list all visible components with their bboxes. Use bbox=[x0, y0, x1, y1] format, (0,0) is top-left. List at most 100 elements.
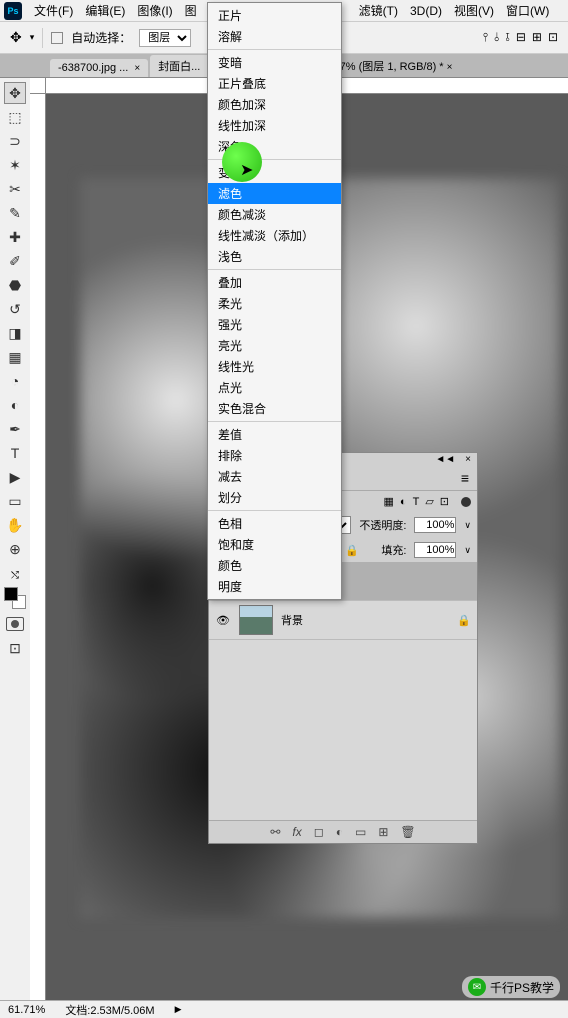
menu-file[interactable]: 文件(F) bbox=[28, 2, 79, 19]
link-layers-icon[interactable]: ⚯ bbox=[270, 825, 280, 839]
zoom-tool[interactable]: ⊕ bbox=[4, 538, 26, 560]
group-icon[interactable]: ▭ bbox=[355, 825, 366, 839]
history-brush-tool[interactable]: ↺ bbox=[4, 298, 26, 320]
filter-smart-icon[interactable]: ⊡ bbox=[440, 495, 449, 508]
lock-all-icon[interactable]: 🔒 bbox=[344, 544, 360, 557]
blend-pin-light[interactable]: 点光 bbox=[208, 377, 341, 398]
blend-color-dodge[interactable]: 颜色减淡 bbox=[208, 204, 341, 225]
menu-filter[interactable]: 滤镜(T) bbox=[353, 2, 404, 19]
menu-view[interactable]: 视图(V) bbox=[448, 2, 500, 19]
quick-mask-icon[interactable] bbox=[6, 617, 24, 631]
blend-saturation[interactable]: 饱和度 bbox=[208, 534, 341, 555]
auto-select-target[interactable]: 图层 bbox=[139, 29, 191, 47]
menu-3d[interactable]: 3D(D) bbox=[404, 4, 448, 18]
align-icon[interactable]: ⫱ bbox=[505, 30, 509, 45]
doc-size[interactable]: 文档:2.53M/5.06M bbox=[65, 1002, 154, 1018]
blend-divide[interactable]: 划分 bbox=[208, 487, 341, 508]
blend-difference[interactable]: 差值 bbox=[208, 424, 341, 445]
align-icon[interactable]: ⊟ bbox=[516, 30, 526, 45]
foreground-color[interactable] bbox=[4, 587, 18, 601]
blend-luminosity[interactable]: 明度 bbox=[208, 576, 341, 597]
status-menu-icon[interactable]: ▶ bbox=[175, 1004, 182, 1015]
close-icon[interactable]: × bbox=[134, 63, 140, 74]
lasso-tool[interactable]: ⊃ bbox=[4, 130, 26, 152]
filter-toggle[interactable] bbox=[461, 497, 471, 507]
blend-hard-light[interactable]: 强光 bbox=[208, 314, 341, 335]
filter-type-icon[interactable]: T bbox=[413, 496, 420, 508]
blend-subtract[interactable]: 减去 bbox=[208, 466, 341, 487]
collapse-icon[interactable]: ◄◄ bbox=[435, 454, 455, 465]
blend-soft-light[interactable]: 柔光 bbox=[208, 293, 341, 314]
close-panel-icon[interactable]: × bbox=[465, 454, 471, 465]
blend-darken[interactable]: 变暗 bbox=[208, 52, 341, 73]
blend-normal[interactable]: 正片 bbox=[208, 5, 341, 26]
blend-linear-dodge[interactable]: 线性减淡（添加） bbox=[208, 225, 341, 246]
blend-color[interactable]: 颜色 bbox=[208, 555, 341, 576]
blur-tool[interactable]: ◔ bbox=[4, 370, 26, 392]
blend-lighter-color[interactable]: 浅色 bbox=[208, 246, 341, 267]
stamp-tool[interactable]: ⬣ bbox=[4, 274, 26, 296]
blend-linear-burn[interactable]: 线性加深 bbox=[208, 115, 341, 136]
blend-darker-color[interactable]: 深色 bbox=[208, 136, 341, 157]
swap-colors-icon[interactable]: ⤭ bbox=[11, 570, 19, 581]
color-swatch[interactable] bbox=[4, 587, 26, 609]
filter-adjust-icon[interactable]: ◐ bbox=[400, 496, 407, 508]
blend-color-burn[interactable]: 颜色加深 bbox=[208, 94, 341, 115]
blend-vivid-light[interactable]: 亮光 bbox=[208, 335, 341, 356]
dodge-tool[interactable]: ◐ bbox=[4, 394, 26, 416]
blend-multiply[interactable]: 正片叠底 bbox=[208, 73, 341, 94]
mask-icon[interactable]: ◻ bbox=[314, 825, 324, 839]
blend-linear-light[interactable]: 线性光 bbox=[208, 356, 341, 377]
zoom-level[interactable]: 61.71% bbox=[8, 1004, 45, 1016]
align-icon[interactable]: ⫰ bbox=[494, 30, 499, 45]
move-tool[interactable]: ✥ bbox=[4, 82, 26, 104]
close-icon[interactable]: × bbox=[447, 62, 453, 73]
gradient-tool[interactable]: ▦ bbox=[4, 346, 26, 368]
path-select-tool[interactable]: ▶ bbox=[4, 466, 26, 488]
align-icon[interactable]: ⊡ bbox=[548, 30, 558, 45]
visibility-icon[interactable]: 👁 bbox=[215, 614, 231, 627]
align-icon[interactable]: ⫯ bbox=[483, 30, 488, 45]
auto-select-checkbox[interactable] bbox=[51, 32, 63, 44]
shape-tool[interactable]: ▭ bbox=[4, 490, 26, 512]
fill-input[interactable] bbox=[414, 542, 456, 558]
layer-name[interactable]: 背景 bbox=[281, 612, 303, 628]
layer-thumbnail[interactable] bbox=[239, 605, 273, 635]
opacity-input[interactable] bbox=[414, 517, 456, 533]
align-icon[interactable]: ⊞ bbox=[532, 30, 542, 45]
watermark-label: 千行PS教学 bbox=[490, 979, 554, 996]
panel-footer: ⚯ fx ◻ ◐ ▭ ⊞ 🗑 bbox=[209, 820, 477, 843]
layer-row-bg[interactable]: 👁 背景 🔒 bbox=[209, 601, 477, 640]
type-tool[interactable]: T bbox=[4, 442, 26, 464]
tab-doc1[interactable]: -638700.jpg ... × bbox=[50, 59, 148, 77]
blend-exclusion[interactable]: 排除 bbox=[208, 445, 341, 466]
quick-select-tool[interactable]: ✶ bbox=[4, 154, 26, 176]
blend-lighten[interactable]: 变亮 bbox=[208, 162, 341, 183]
marquee-tool[interactable]: ⬚ bbox=[4, 106, 26, 128]
menu-layer[interactable]: 图 bbox=[179, 2, 203, 19]
heal-tool[interactable]: ✚ bbox=[4, 226, 26, 248]
crop-tool[interactable]: ✂ bbox=[4, 178, 26, 200]
filter-shape-icon[interactable]: ▱ bbox=[425, 495, 433, 508]
menu-edit[interactable]: 编辑(E) bbox=[79, 2, 131, 19]
blend-hue[interactable]: 色相 bbox=[208, 513, 341, 534]
screen-mode-icon[interactable]: ⊡ bbox=[4, 637, 26, 659]
eyedropper-tool[interactable]: ✎ bbox=[4, 202, 26, 224]
ruler-corner bbox=[30, 78, 46, 94]
new-layer-icon[interactable]: ⊞ bbox=[378, 825, 388, 839]
fx-icon[interactable]: fx bbox=[292, 825, 301, 839]
brush-tool[interactable]: ✐ bbox=[4, 250, 26, 272]
menu-window[interactable]: 窗口(W) bbox=[500, 2, 555, 19]
hand-tool[interactable]: ✋ bbox=[4, 514, 26, 536]
adjustment-icon[interactable]: ◐ bbox=[336, 825, 343, 839]
eraser-tool[interactable]: ◨ bbox=[4, 322, 26, 344]
delete-icon[interactable]: 🗑 bbox=[400, 825, 415, 839]
menu-image[interactable]: 图像(I) bbox=[131, 2, 178, 19]
filter-image-icon[interactable]: ▦ bbox=[384, 495, 394, 508]
pen-tool[interactable]: ✒ bbox=[4, 418, 26, 440]
blend-hard-mix[interactable]: 实色混合 bbox=[208, 398, 341, 419]
blend-overlay[interactable]: 叠加 bbox=[208, 272, 341, 293]
blend-dissolve[interactable]: 溶解 bbox=[208, 26, 341, 47]
blend-screen[interactable]: 滤色 bbox=[208, 183, 341, 204]
panel-menu-icon[interactable]: ≡ bbox=[453, 470, 477, 486]
